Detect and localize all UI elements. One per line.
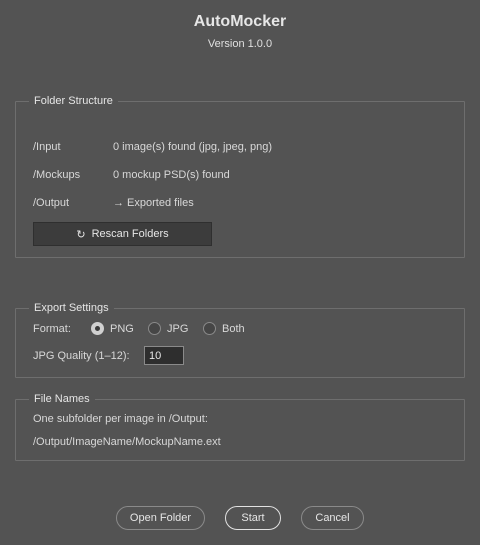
format-label: Format: bbox=[33, 323, 71, 335]
app-title: AutoMocker bbox=[193, 13, 287, 30]
rescan-folders-button[interactable]: ↻ Rescan Folders bbox=[33, 222, 212, 246]
format-jpg-radio[interactable]: JPG bbox=[148, 322, 188, 335]
folder-structure-panel: Folder Structure /Input 0 image(s) found… bbox=[15, 95, 465, 258]
format-png-radio[interactable]: PNG bbox=[91, 322, 134, 335]
file-names-legend: File Names bbox=[29, 393, 95, 406]
format-jpg-label: JPG bbox=[167, 322, 189, 335]
mockups-folder-status: 0 mockup PSD(s) found bbox=[113, 169, 230, 181]
output-folder-label: /Output bbox=[33, 197, 70, 209]
export-settings-panel: Export Settings Format: PNG JPG Both JPG… bbox=[15, 302, 465, 378]
refresh-icon: ↻ bbox=[76, 228, 86, 241]
open-folder-button[interactable]: Open Folder bbox=[116, 506, 205, 530]
input-folder-label: /Input bbox=[33, 141, 61, 153]
output-folder-status: → Exported files bbox=[113, 197, 194, 209]
format-png-label: PNG bbox=[110, 322, 134, 335]
format-both-radio[interactable]: Both bbox=[203, 322, 245, 335]
export-settings-legend: Export Settings bbox=[29, 302, 114, 315]
folder-structure-legend: Folder Structure bbox=[29, 95, 118, 108]
format-both-label: Both bbox=[222, 322, 245, 335]
jpg-quality-label: JPG Quality (1–12): bbox=[33, 350, 130, 362]
jpg-quality-input[interactable] bbox=[144, 346, 184, 365]
cancel-button[interactable]: Cancel bbox=[301, 506, 364, 530]
file-names-pattern: /Output/ImageName/MockupName.ext bbox=[33, 436, 221, 448]
input-folder-status: 0 image(s) found (jpg, jpeg, png) bbox=[113, 141, 272, 153]
radio-checked-icon bbox=[91, 322, 104, 335]
app-version: Version 1.0.0 bbox=[207, 38, 273, 50]
automocker-dialog: AutoMocker Version 1.0.0 Folder Structur… bbox=[0, 0, 480, 545]
mockups-folder-label: /Mockups bbox=[33, 169, 81, 181]
file-names-description: One subfolder per image in /Output: bbox=[33, 413, 208, 425]
rescan-folders-label: Rescan Folders bbox=[91, 228, 169, 240]
file-names-panel: File Names One subfolder per image in /O… bbox=[15, 393, 465, 461]
radio-unchecked-icon bbox=[148, 322, 161, 335]
radio-unchecked-icon bbox=[203, 322, 216, 335]
start-button[interactable]: Start bbox=[225, 506, 281, 530]
